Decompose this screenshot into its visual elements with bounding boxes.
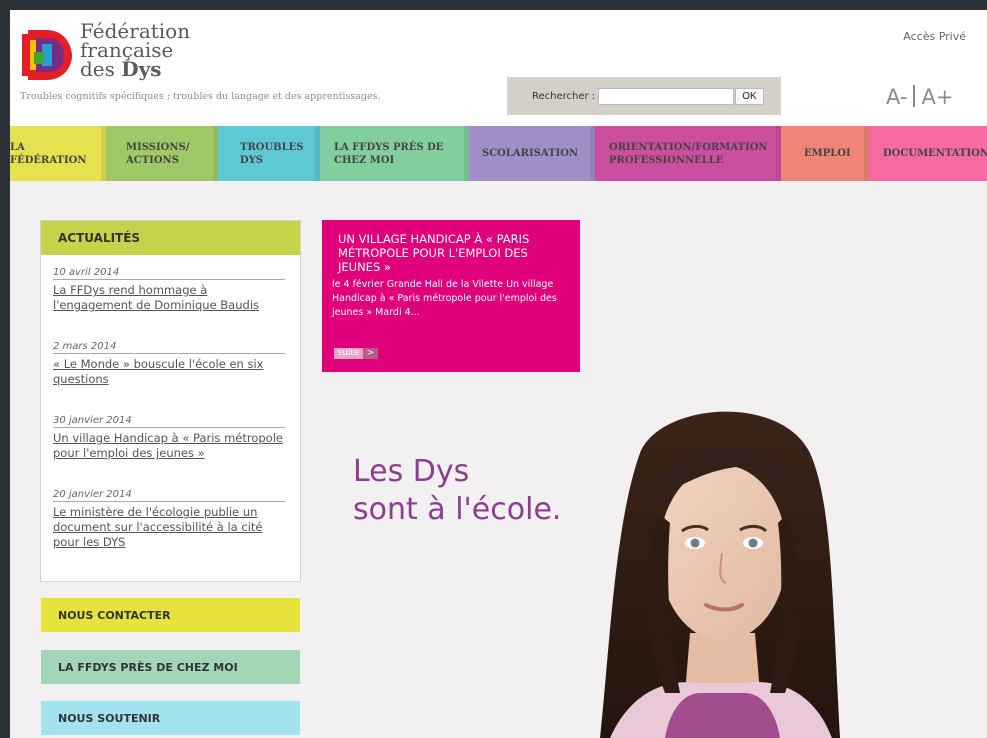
nav-item-missions-actions[interactable]: MISSIONS/ ACTIONS	[106, 126, 218, 181]
news-item: 30 janvier 2014 Un village Handicap à « …	[53, 415, 285, 461]
main-nav: LA FÉDÉRATION MISSIONS/ ACTIONS TROUBLES…	[10, 126, 987, 181]
nav-item-scolarisation[interactable]: SCOLARISATION	[469, 126, 595, 181]
actualites-box: ACTUALITÉS 10 avril 2014 La FFDys rend h…	[40, 220, 301, 582]
nav-item-documentation[interactable]: DOCUMENTATION	[869, 126, 987, 181]
acces-prive-link[interactable]: Accès Privé	[903, 30, 966, 43]
featured-news-title: UN VILLAGE HANDICAP À « PARIS MÉTROPOLE …	[338, 232, 530, 274]
logo-line-4: Dys	[121, 57, 162, 81]
nav-item-ffdys-pres-de-chez-moi[interactable]: LA FFDYS PRÈS DE CHEZ MOI	[320, 126, 469, 181]
girl-photo	[600, 411, 840, 738]
nav-item-label: EMPLOI	[804, 148, 851, 159]
nous-contacter-button[interactable]: NOUS CONTACTER	[41, 598, 300, 632]
header: Fédération française des Dys Troubles co…	[10, 10, 987, 126]
featured-news-card[interactable]: UN VILLAGE HANDICAP À « PARIS MÉTROPOLE …	[322, 220, 580, 372]
featured-news-text: le 4 février Grande Hall de la Vilette U…	[332, 279, 557, 318]
nav-item-label: SCOLARISATION	[482, 148, 579, 159]
slogan: Les Dys sont à l'école.	[353, 453, 561, 529]
nous-soutenir-button[interactable]: NOUS SOUTENIR	[41, 701, 300, 735]
nav-item-label: MISSIONS/ ACTIONS	[126, 141, 190, 166]
arrow-right-icon: >	[363, 348, 378, 359]
suite-button[interactable]: suite >	[334, 348, 378, 359]
suite-label: suite	[334, 348, 363, 359]
slogan-line-2: sont à l'école.	[353, 492, 562, 527]
nav-item-troubles-dys[interactable]: TROUBLES DYS	[218, 126, 320, 181]
logo-text: Fédération française des Dys	[80, 21, 190, 81]
actualites-title: ACTUALITÉS	[41, 221, 300, 255]
news-link[interactable]: Le ministère de l'écologie publie un doc…	[53, 505, 285, 550]
page: Fédération française des Dys Troubles co…	[10, 10, 987, 738]
news-link[interactable]: « Le Monde » bouscule l'école en six que…	[53, 357, 285, 387]
nav-item-label: ORIENTATION/FORMATION PROFESSIONNELLE	[609, 141, 768, 166]
news-item: 10 avril 2014 La FFDys rend hommage à l'…	[53, 267, 285, 313]
ffdys-logo[interactable]	[22, 28, 76, 82]
news-date: 10 avril 2014	[53, 267, 285, 280]
slogan-line-1: Les Dys	[353, 454, 470, 489]
tagline: Troubles cognitifs spécifiques ; trouble…	[20, 91, 381, 102]
news-item: 20 janvier 2014 Le ministère de l'écolog…	[53, 489, 285, 550]
ffdys-pres-de-chez-moi-button[interactable]: LA FFDYS PRÈS DE CHEZ MOI	[41, 650, 300, 684]
search-input[interactable]	[598, 87, 735, 105]
news-item: 2 mars 2014 « Le Monde » bouscule l'écol…	[53, 341, 285, 387]
nav-item-label: DOCUMENTATION	[883, 148, 987, 159]
nav-item-label: LA FÉDÉRATION	[10, 141, 87, 166]
search-ok-button[interactable]: OK	[735, 87, 764, 105]
font-increase-button[interactable]: A+	[921, 85, 953, 109]
news-date: 2 mars 2014	[53, 341, 285, 354]
nav-item-emploi[interactable]: EMPLOI	[781, 126, 869, 181]
font-size-controls: A- A+	[886, 85, 953, 109]
news-date: 30 janvier 2014	[53, 415, 285, 428]
search-label: Rechercher :	[532, 90, 596, 102]
font-size-divider	[913, 85, 916, 107]
search-box: Rechercher : OK	[507, 77, 781, 115]
font-decrease-button[interactable]: A-	[886, 85, 907, 109]
nav-item-orientation-formation[interactable]: ORIENTATION/FORMATION PROFESSIONNELLE	[595, 126, 781, 181]
news-link[interactable]: Un village Handicap à « Paris métropole …	[53, 431, 285, 461]
logo-line-3: des	[80, 57, 115, 81]
news-date: 20 janvier 2014	[53, 489, 285, 502]
nav-item-label: LA FFDYS PRÈS DE CHEZ MOI	[334, 141, 444, 166]
nav-item-label: TROUBLES DYS	[240, 141, 304, 166]
news-link[interactable]: La FFDys rend hommage à l'engagement de …	[53, 283, 285, 313]
nav-item-federation[interactable]: LA FÉDÉRATION	[10, 126, 106, 181]
